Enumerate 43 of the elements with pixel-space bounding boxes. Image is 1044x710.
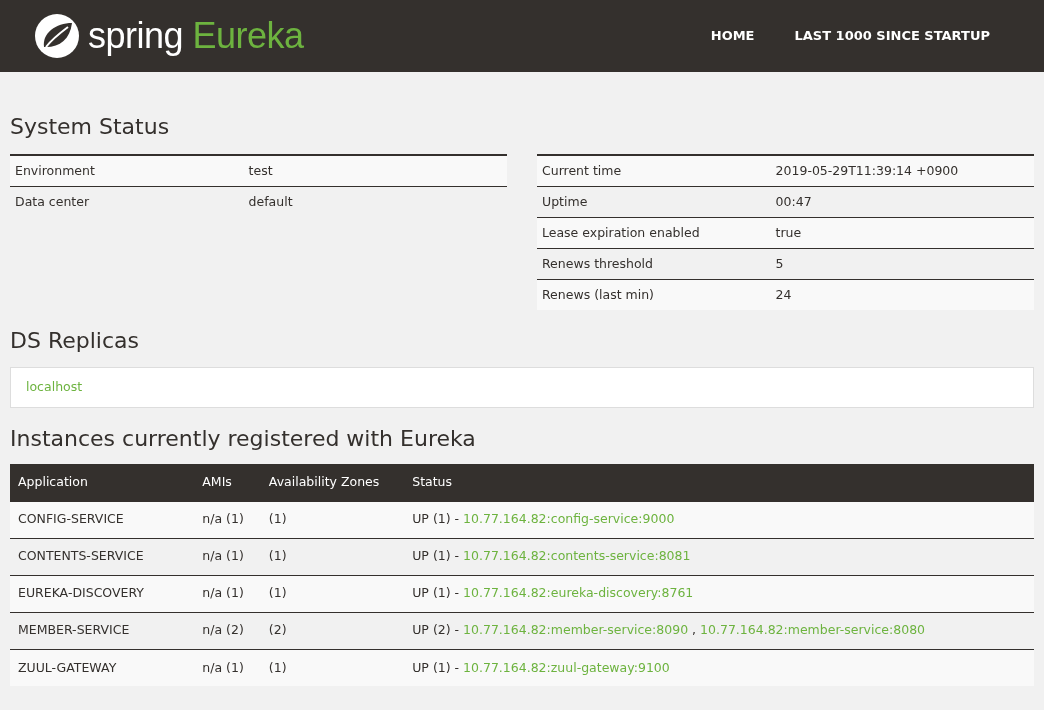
table-cell: Current time [537,155,771,187]
table-cell: ZUUL-GATEWAY [10,649,195,687]
column-header: Application [10,463,195,502]
status-text: UP (2) - [412,622,460,638]
table-cell: (1) [260,575,405,613]
instance-link[interactable]: 10.77.164.82:contents-service:8081 [463,548,691,564]
table-cell: Renews (last min) [537,279,771,311]
table-cell: Lease expiration enabled [537,217,771,249]
brand-name: spring Eureka [88,14,304,58]
instance-link[interactable]: 10.77.164.82:member-service:8090 [463,622,689,638]
section-title: System Status [10,114,171,141]
instance-link[interactable]: 10.77.164.82:eureka-discovery:8761 [463,585,694,601]
column-header: Status [404,463,1034,502]
table-cell: (1) [260,649,405,687]
replica-link[interactable]: localhost [26,378,83,394]
status-text: UP (1) - [412,511,460,527]
status-text: UP (1) - [412,585,460,601]
table-cell: true [770,217,1034,249]
instance-link[interactable]: 10.77.164.82:zuul-gateway:9100 [463,659,670,675]
table-cell: 2019-05-29T11:39:14 +0900 [770,155,1034,187]
section-title: DS Replicas [10,328,140,355]
table-cell: EUREKA-DISCOVERY [10,575,195,613]
table-cell: 24 [770,279,1034,311]
table-cell: n/a (1) [194,501,261,539]
leaf-logo-icon [34,13,80,59]
table-cell: Environment [10,155,244,187]
table-cell: n/a (1) [194,649,261,687]
table-cell: default [243,186,507,218]
column-header: Availability Zones [260,463,405,502]
table-cell: (1) [260,501,405,539]
instance-link[interactable]: 10.77.164.82:member-service:8080 [700,622,926,638]
table-cell: CONFIG-SERVICE [10,501,195,539]
nav-link[interactable]: HOME [690,26,775,46]
instance-link[interactable]: 10.77.164.82:config-service:9000 [463,511,675,527]
table-cell: Data center [10,186,244,218]
nav-link[interactable]: LAST 1000 SINCE STARTUP [774,26,1010,46]
separator-text: , [692,622,697,638]
section-title: Instances currently registered with Eureka [10,425,477,452]
column-header: AMIs [194,463,261,502]
status-text: UP (1) - [412,548,460,564]
table-cell: n/a (1) [194,575,261,613]
table-cell: test [243,155,507,187]
status-text: UP (1) - [412,659,460,675]
